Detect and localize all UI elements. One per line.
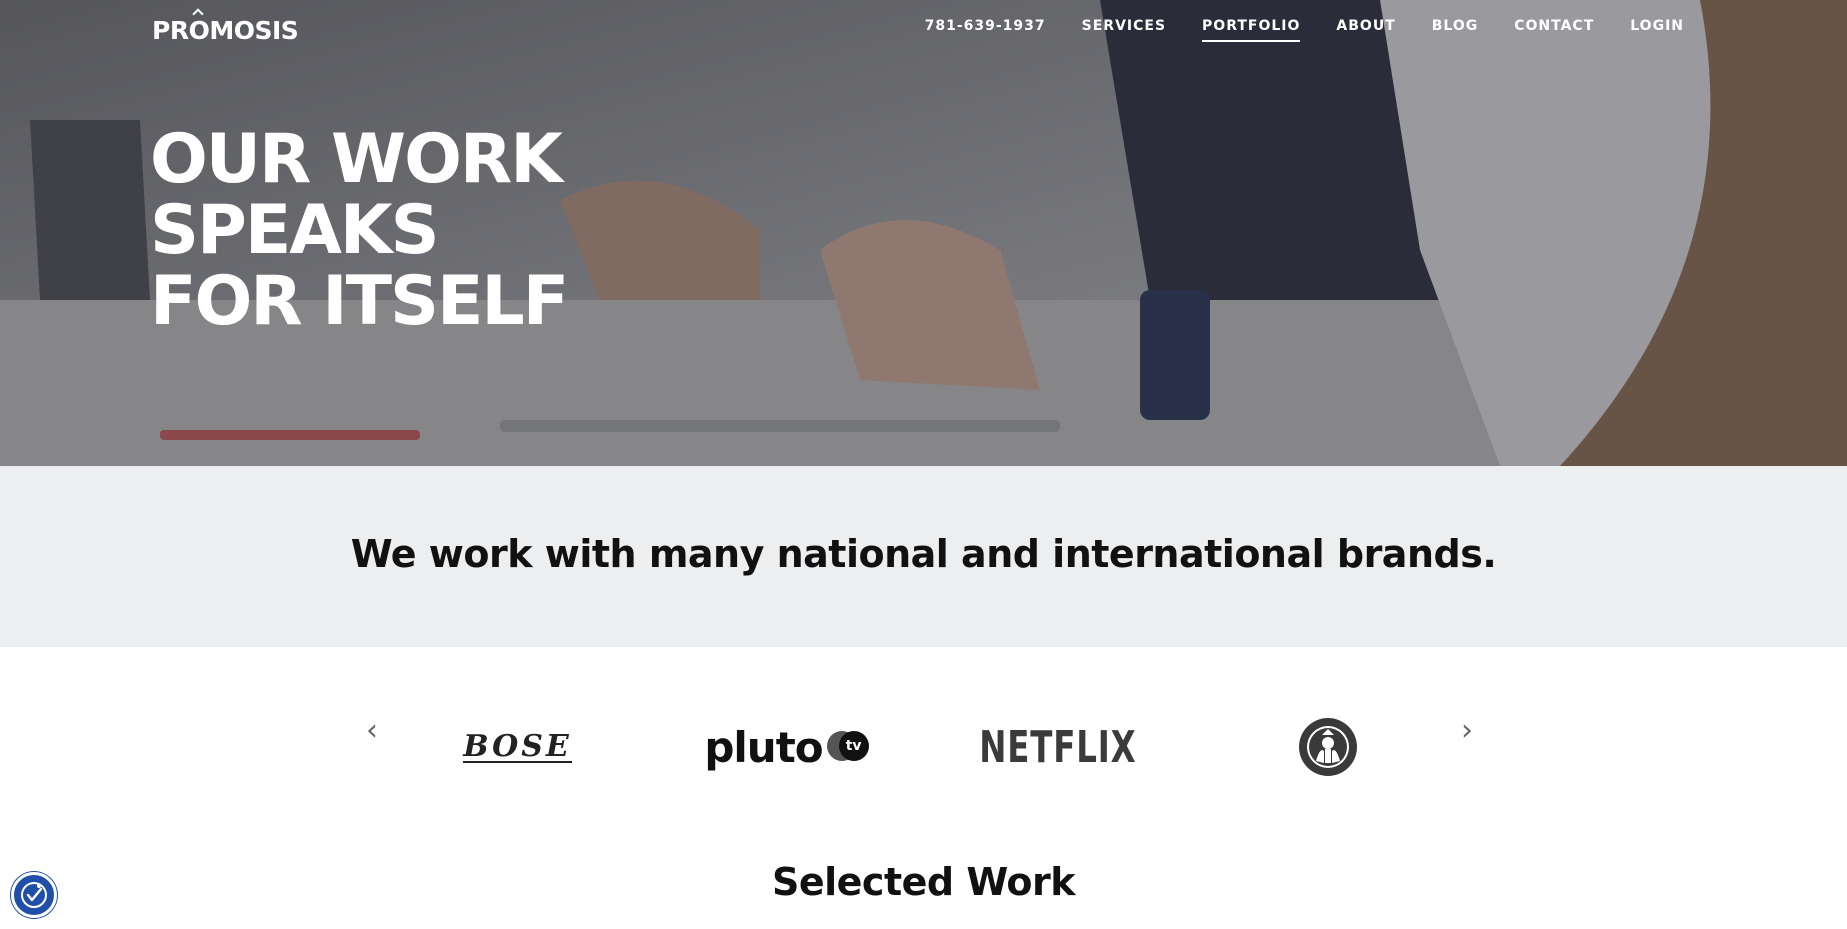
starbucks-siren-icon: [1240, 707, 1415, 787]
pluto-tv-badge: tv: [826, 731, 871, 763]
brand-logo-carousel: ‹ BOSE pluto tv NETFLIX ›: [0, 647, 1847, 827]
nav-item-contact[interactable]: CONTACT: [1514, 18, 1594, 42]
pluto-tv-badge-text: tv: [838, 731, 869, 761]
bose-logo-text: BOSE: [463, 729, 572, 764]
brands-band: We work with many national and internati…: [0, 466, 1847, 647]
hero-title-line-1: OUR WORK: [150, 120, 563, 199]
bose-logo: BOSE: [430, 707, 605, 787]
pluto-logo-text: pluto: [704, 722, 823, 772]
brands-heading: We work with many national and internati…: [350, 532, 1497, 576]
nav-item-services[interactable]: SERVICES: [1082, 18, 1166, 42]
nav-item-blog[interactable]: BLOG: [1432, 18, 1479, 42]
selected-work-heading: Selected Work: [771, 860, 1076, 904]
hero-section: PRO MOSIS 781-639-1937 SERVICES PORTFOLIO…: [0, 0, 1847, 466]
carousel-track: BOSE pluto tv NETFLIX: [420, 707, 1440, 787]
top-navigation: PRO MOSIS 781-639-1937 SERVICES PORTFOLIO…: [0, 0, 1847, 60]
netflix-logo-text: NETFLIX: [978, 721, 1137, 773]
nav-item-login[interactable]: LOGIN: [1630, 18, 1684, 42]
chevron-right-icon[interactable]: ›: [1461, 713, 1473, 748]
hero-title: OUR WORK SPEAKS FOR ITSELF: [150, 120, 569, 341]
nav-menu: 781-639-1937 SERVICES PORTFOLIO ABOUT BL…: [925, 18, 1684, 42]
chevron-left-icon[interactable]: ‹: [366, 713, 378, 748]
site-logo[interactable]: PRO MOSIS: [152, 8, 299, 45]
hero-title-line-3: FOR ITSELF: [150, 262, 569, 341]
hero-title-line-2: SPEAKS: [150, 191, 440, 270]
nav-item-portfolio[interactable]: PORTFOLIO: [1202, 18, 1301, 42]
accessibility-icon[interactable]: [11, 872, 57, 918]
netflix-logo: NETFLIX: [970, 707, 1145, 787]
pluto-tv-logo: pluto tv: [700, 707, 875, 787]
page: PRO MOSIS 781-639-1937 SERVICES PORTFOLIO…: [0, 0, 1847, 929]
nav-phone-link[interactable]: 781-639-1937: [925, 18, 1046, 42]
nav-item-about[interactable]: ABOUT: [1336, 18, 1395, 42]
